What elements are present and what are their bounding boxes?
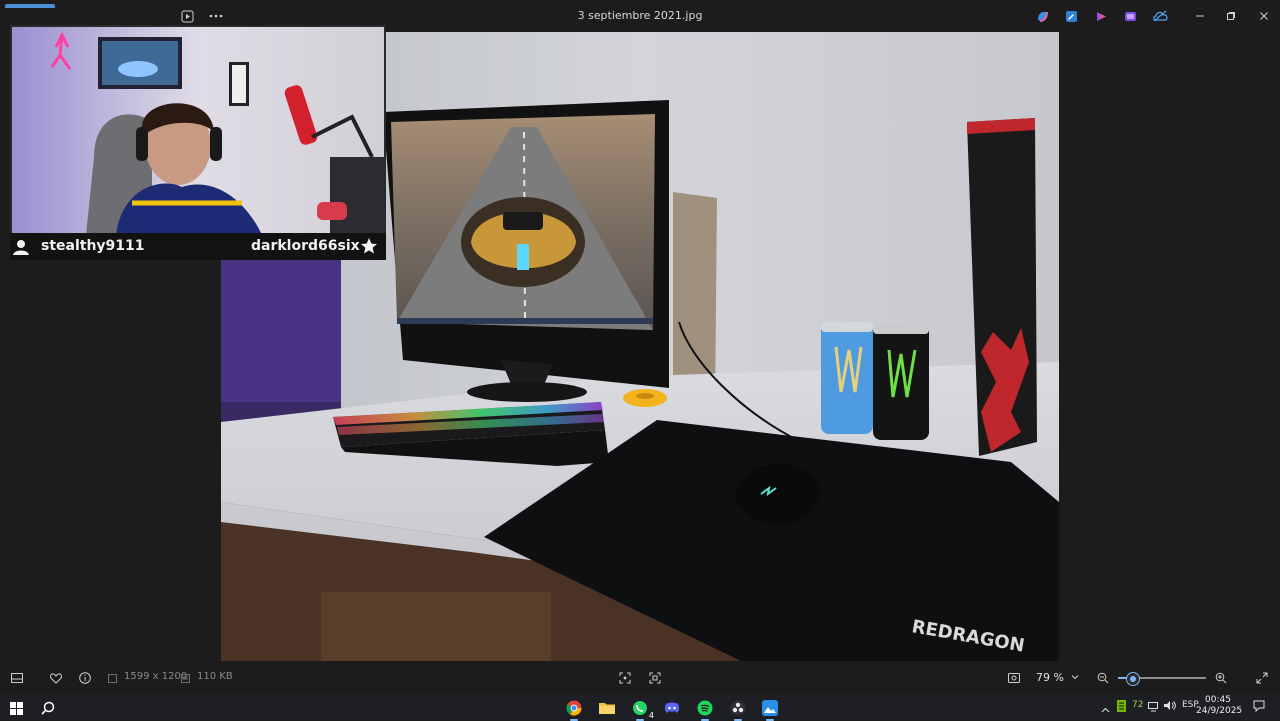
webcam-overlay: stealthy9111 darklord66six	[10, 25, 386, 260]
file-explorer-icon[interactable]	[597, 698, 617, 718]
clock-date: 24/9/2025	[1196, 706, 1243, 716]
clipchamp-icon[interactable]	[1093, 8, 1109, 24]
image-viewport[interactable]: REDRAGON stealthy9111 darklord66six	[0, 25, 1280, 661]
obs-icon[interactable]	[728, 698, 748, 721]
star-icon	[360, 237, 378, 258]
fullscreen-icon[interactable]	[1254, 670, 1270, 686]
file-size: 110 KB	[197, 671, 233, 682]
actual-size-icon[interactable]	[1006, 670, 1022, 686]
copilot-icon[interactable]	[1034, 8, 1050, 24]
person-icon	[13, 239, 29, 258]
photos-icon[interactable]	[760, 698, 780, 721]
discord-icon[interactable]	[662, 698, 682, 718]
zoom-slider-thumb[interactable]	[1126, 672, 1141, 686]
gpu-temp-icon	[1117, 700, 1126, 715]
edit-icon[interactable]	[1063, 8, 1079, 24]
filmstrip-icon[interactable]	[9, 670, 25, 686]
close-button[interactable]	[1253, 6, 1275, 26]
chevron-up-icon[interactable]	[1101, 702, 1110, 716]
webcam-name-bar: stealthy9111 darklord66six	[10, 233, 386, 260]
search-icon[interactable]	[38, 698, 58, 718]
restore-button[interactable]	[1220, 6, 1242, 26]
volume-icon[interactable]	[1164, 700, 1176, 714]
clock[interactable]: 00:45 24/9/2025	[1196, 695, 1243, 717]
dimensions-icon	[108, 672, 117, 686]
zoom-in-icon[interactable]	[1213, 670, 1229, 686]
taskbar: 4 72 ESP 00:45 24/9/2025	[0, 694, 1280, 721]
whatsapp-icon[interactable]: 4	[630, 698, 654, 721]
webcam-username-right: darklord66six	[251, 238, 360, 254]
visual-search-icon[interactable]	[647, 670, 663, 686]
webcam-username-left: stealthy9111	[41, 238, 145, 254]
onedrive-icon[interactable]	[1152, 8, 1168, 24]
crop-icon[interactable]	[617, 670, 633, 686]
whatsapp-badge: 4	[648, 711, 654, 720]
gpu-temperature: 72	[1132, 700, 1144, 710]
window-title: 3 septiembre 2021.jpg	[577, 9, 703, 22]
designer-icon[interactable]	[1122, 8, 1138, 24]
minimize-button[interactable]	[1189, 6, 1211, 26]
chrome-icon[interactable]	[564, 698, 584, 721]
spotify-icon[interactable]	[695, 698, 715, 721]
zoom-slider[interactable]	[1118, 672, 1206, 686]
viewer-toolbar: 1599 x 1200 110 KB 79 %	[0, 661, 1280, 694]
info-icon[interactable]	[77, 670, 93, 686]
chevron-down-icon	[1071, 671, 1079, 684]
notifications-icon[interactable]	[1253, 700, 1265, 715]
network-icon[interactable]	[1148, 701, 1160, 715]
file-size-icon	[181, 672, 190, 686]
favorite-icon[interactable]	[48, 670, 64, 686]
clock-time: 00:45	[1205, 695, 1231, 705]
window-focus-indicator	[5, 4, 55, 8]
image-dimensions: 1599 x 1200	[124, 671, 188, 682]
windows-start-icon[interactable]	[6, 698, 26, 718]
webcam-feed	[10, 25, 386, 237]
zoom-out-icon[interactable]	[1095, 670, 1111, 686]
zoom-dropdown[interactable]: 79 %	[1030, 667, 1088, 689]
zoom-level-text: 79 %	[1036, 671, 1064, 684]
